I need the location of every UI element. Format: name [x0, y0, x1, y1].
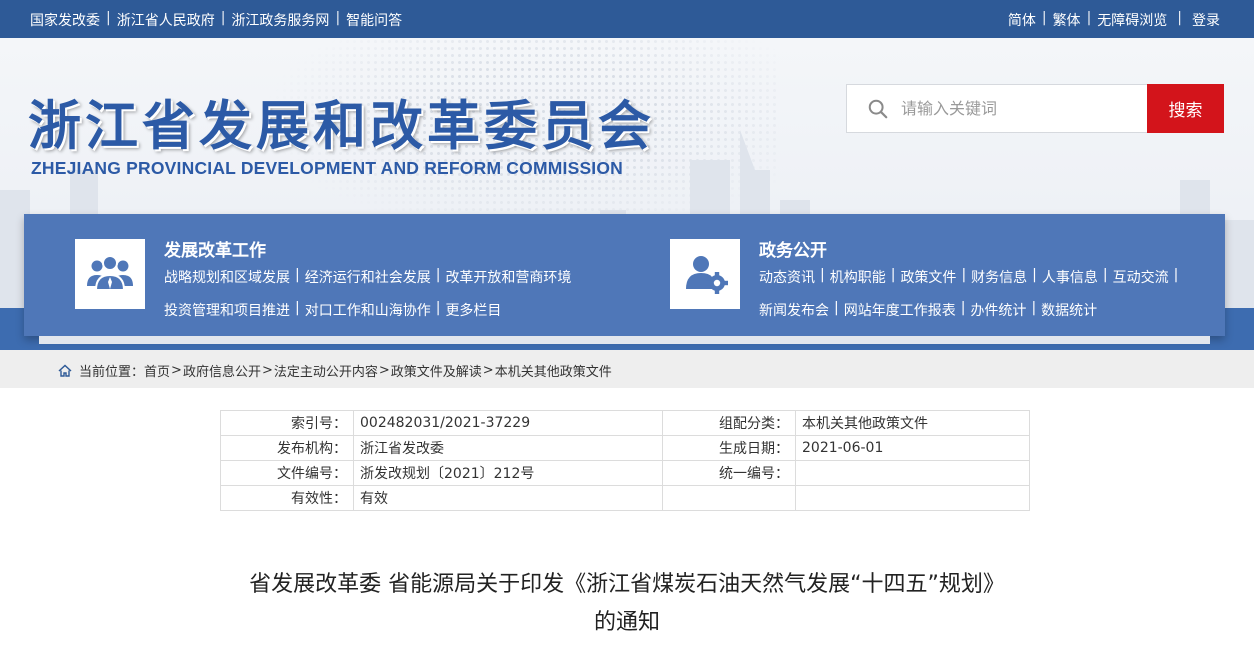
site-title: 浙江省发展和改革委员会	[28, 96, 655, 157]
nav-link-personnel[interactable]: 人事信息	[1042, 267, 1098, 287]
nav-link-economy[interactable]: 经济运行和社会发展	[305, 267, 431, 287]
nav-links-row: 新闻发布会 | 网站年度工作报表 | 办件统计 | 数据统计	[759, 300, 1098, 320]
breadcrumb-bar: 当前位置： 首页 > 政府信息公开 > 法定主动公开内容 > 政策文件及解读 > 本机关…	[0, 350, 1254, 388]
link-login[interactable]: 登录	[1192, 10, 1220, 30]
nav-link-investment[interactable]: 投资管理和项目推进	[164, 300, 290, 320]
document-title-line: 省发展改革委 省能源局关于印发《浙江省煤炭石油天然气发展“十四五”规划》	[249, 572, 1005, 597]
user-gear-icon	[670, 239, 740, 309]
link-simplified[interactable]: 简体	[1008, 10, 1036, 30]
breadcrumb-home[interactable]: 首页	[144, 361, 170, 380]
nav-link-case-stats[interactable]: 办件统计	[970, 300, 1026, 320]
meta-key: 有效性：	[220, 485, 354, 511]
link-zj-service[interactable]: 浙江政务服务网	[231, 10, 329, 30]
people-group-icon	[75, 239, 145, 309]
document-title-line: 的通知	[593, 610, 660, 635]
link-accessibility[interactable]: 无障碍浏览	[1097, 10, 1167, 30]
breadcrumb-prefix: 当前位置：	[79, 365, 145, 380]
nav-group-title: 政务公开	[759, 241, 827, 261]
nav-link-annual-report[interactable]: 网站年度工作报表	[844, 300, 956, 320]
breadcrumb-gov-info[interactable]: 政府信息公开	[183, 361, 261, 380]
top-links-right: 简体 | 繁体 | 无障碍浏览 | 登录	[1007, 10, 1220, 30]
meta-key: 生成日期：	[662, 435, 796, 461]
table-row: 发布机构： 浙江省发改委 生成日期： 2021-06-01	[220, 435, 1030, 461]
document-meta-table: 索引号： 002482031/2021-37229 组配分类： 本机关其他政策文…	[220, 410, 1030, 511]
link-zj-gov[interactable]: 浙江省人民政府	[117, 10, 215, 30]
nav-panel: 发展改革工作 战略规划和区域发展 | 经济运行和社会发展 | 改革开放和营商环境 投…	[24, 214, 1225, 344]
nav-link-more[interactable]: 更多栏目	[445, 300, 501, 320]
search-button[interactable]: 搜索	[1147, 84, 1224, 133]
site-subtitle: ZHEJIANG PROVINCIAL DEVELOPMENT AND REFO…	[31, 158, 624, 178]
search-input[interactable]	[901, 99, 1131, 118]
meta-value: 本机关其他政策文件	[795, 410, 1030, 436]
meta-key: 统一编号：	[662, 460, 796, 486]
nav-links-row: 动态资讯 | 机构职能 | 政策文件 | 财务信息 | 人事信息 | 互动交流 |	[759, 267, 1179, 287]
search-icon	[868, 99, 888, 118]
table-row: 有效性： 有效	[220, 485, 1030, 511]
nav-link-cooperation[interactable]: 对口工作和山海协作	[305, 300, 431, 320]
meta-value	[795, 460, 1030, 486]
breadcrumb: 当前位置： 首页 > 政府信息公开 > 法定主动公开内容 > 政策文件及解读 > 本机关…	[58, 361, 612, 380]
nav-link-functions[interactable]: 机构职能	[830, 267, 886, 287]
nav-link-reform-opening[interactable]: 改革开放和营商环境	[445, 267, 571, 287]
meta-key: 文件编号：	[220, 460, 354, 486]
site-header: 浙江省发展和改革委员会 ZHEJIANG PROVINCIAL DEVELOPM…	[0, 38, 1254, 350]
table-row: 文件编号： 浙发改规划〔2021〕212号 统一编号：	[220, 460, 1030, 486]
meta-value: 2021-06-01	[795, 435, 1030, 461]
search-box	[846, 84, 1148, 133]
document-title: 省发展改革委 省能源局关于印发《浙江省煤炭石油天然气发展“十四五”规划》 的通知	[0, 566, 1254, 642]
meta-key: 组配分类：	[662, 410, 796, 436]
nav-link-interaction[interactable]: 互动交流	[1113, 267, 1169, 287]
nav-link-finance[interactable]: 财务信息	[971, 267, 1027, 287]
meta-value	[795, 485, 1030, 511]
meta-key: 索引号：	[220, 410, 354, 436]
meta-value: 浙江省发改委	[353, 435, 663, 461]
breadcrumb-policy[interactable]: 政策文件及解读	[391, 361, 482, 380]
table-row: 索引号： 002482031/2021-37229 组配分类： 本机关其他政策文…	[220, 410, 1030, 436]
link-ndrc[interactable]: 国家发改委	[30, 10, 100, 30]
nav-link-policy[interactable]: 政策文件	[900, 267, 956, 287]
top-bar: 国家发改委 | 浙江省人民政府 | 浙江政务服务网 | 智能问答 简体 | 繁体 | 无障…	[0, 0, 1254, 38]
breadcrumb-disclosure[interactable]: 法定主动公开内容	[274, 361, 378, 380]
breadcrumb-current[interactable]: 本机关其他政策文件	[495, 361, 612, 380]
meta-key	[662, 485, 796, 511]
meta-value: 有效	[353, 485, 663, 511]
nav-link-press[interactable]: 新闻发布会	[759, 300, 829, 320]
meta-value: 002482031/2021-37229	[353, 410, 663, 436]
top-links-left: 国家发改委 | 浙江省人民政府 | 浙江政务服务网 | 智能问答	[30, 10, 403, 30]
link-traditional[interactable]: 繁体	[1053, 10, 1081, 30]
meta-key: 发布机构：	[220, 435, 354, 461]
link-smart-qa[interactable]: 智能问答	[346, 10, 402, 30]
nav-link-news[interactable]: 动态资讯	[759, 267, 815, 287]
meta-value: 浙发改规划〔2021〕212号	[353, 460, 663, 486]
nav-link-strategy[interactable]: 战略规划和区域发展	[164, 267, 290, 287]
nav-link-data-stats[interactable]: 数据统计	[1041, 300, 1097, 320]
home-icon	[58, 364, 72, 377]
nav-links-row: 投资管理和项目推进 | 对口工作和山海协作 | 更多栏目	[164, 300, 502, 320]
nav-group-title: 发展改革工作	[164, 241, 266, 261]
nav-links-row: 战略规划和区域发展 | 经济运行和社会发展 | 改革开放和营商环境	[164, 267, 572, 287]
